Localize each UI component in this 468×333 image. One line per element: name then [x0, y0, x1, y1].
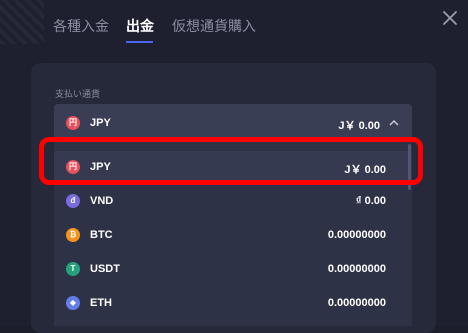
selected-currency-code: JPY [90, 117, 111, 129]
currency-amount: ₫ 0.00 [355, 195, 386, 207]
currency-option-btc[interactable]: ₿ BTC 0.00000000 [54, 219, 412, 251]
bitcoin-icon: ₿ [66, 228, 80, 242]
ethereum-icon: ◆ [66, 296, 80, 310]
close-icon[interactable] [438, 6, 462, 30]
currency-field-label: 支払い通貨 [55, 89, 101, 99]
currency-option-usdt[interactable]: T USDT 0.00000000 [54, 253, 412, 285]
currency-amount: 0.00000000 [327, 297, 386, 309]
tab-withdraw[interactable]: 出金 [126, 16, 154, 36]
withdraw-modal: 各種入金 出金 仮想通貨購入 支払い通貨 円 JPY J￥ 0.00 円 JPY… [0, 0, 468, 333]
dong-coin-icon: đ [66, 194, 80, 208]
currency-code: ETH [90, 297, 112, 309]
currency-amount: 0.00000000 [327, 229, 386, 241]
tab-deposit[interactable]: 各種入金 [53, 16, 109, 36]
currency-option-vnd[interactable]: đ VND ₫ 0.00 [54, 185, 412, 217]
annotation-highlight-box [39, 137, 423, 185]
tab-buy-crypto[interactable]: 仮想通貨購入 [172, 16, 256, 36]
currency-code: BTC [90, 229, 113, 241]
currency-option-eth[interactable]: ◆ ETH 0.00000000 [54, 287, 412, 319]
currency-code: VND [90, 195, 114, 207]
active-tab-indicator [126, 41, 153, 43]
selected-currency-amount: J￥ 0.00 [338, 120, 380, 132]
chevron-up-icon [388, 116, 400, 128]
tether-icon: T [66, 262, 80, 276]
yen-coin-icon: 円 [66, 116, 80, 130]
corner-pattern [0, 0, 44, 44]
currency-amount: 0.00000000 [327, 263, 386, 275]
currency-code: USDT [90, 263, 120, 275]
